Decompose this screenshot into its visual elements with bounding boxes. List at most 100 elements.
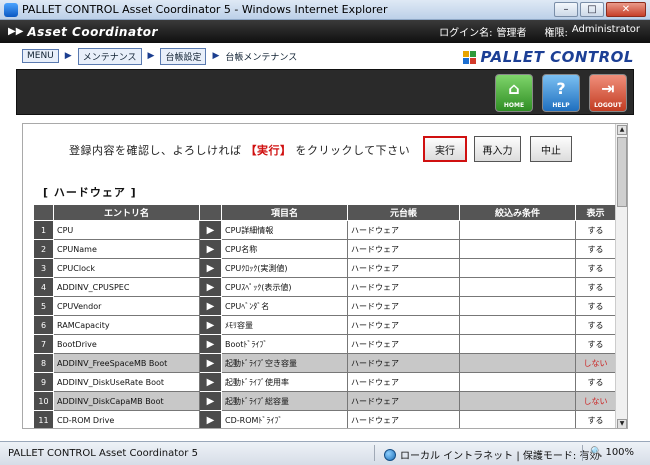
scroll-up-icon[interactable]: ▲	[617, 125, 627, 135]
row-detail-button[interactable]: ▶	[199, 334, 222, 354]
logout-button[interactable]: ⇥ LOGOUT	[589, 74, 627, 112]
close-button[interactable]: ✕	[606, 2, 646, 17]
table-row: 8 ADDINV_FreeSpaceMB Boot ▶ 起動ﾄﾞﾗｲﾌﾞ空き容量 ハード…	[33, 353, 616, 373]
col-header-no	[33, 204, 54, 221]
breadcrumb-menu[interactable]: MENU	[22, 49, 59, 63]
confirm-msg-before: 登録内容を確認し、よろしければ	[69, 144, 242, 157]
source-ledger: ハードウェア	[347, 372, 460, 392]
logout-icon: ⇥	[601, 78, 615, 98]
security-zone[interactable]: ローカル イントラネット | 保護モード: 有効	[384, 447, 599, 462]
home-button[interactable]: ⌂ HOME	[495, 74, 533, 112]
zoom-control[interactable]: 🔍 100%	[590, 447, 634, 458]
confirm-row: 登録内容を確認し、よろしければ 【実行】 をクリックして下さい 実行 再入力 中…	[23, 136, 627, 162]
row-detail-button[interactable]: ▶	[199, 296, 222, 316]
display-flag: する	[575, 239, 616, 259]
breadcrumb-maintenance[interactable]: メンテナンス	[77, 47, 142, 65]
reinput-button[interactable]: 再入力	[474, 136, 521, 162]
source-ledger: ハードウェア	[347, 353, 460, 373]
filter-condition	[459, 410, 576, 428]
col-header-go	[199, 204, 222, 221]
item-name: CPUｸﾛｯｸ(実測値)	[221, 258, 348, 278]
source-ledger: ハードウェア	[347, 315, 460, 335]
filter-condition	[459, 391, 576, 411]
filter-condition	[459, 334, 576, 354]
home-label: HOME	[503, 102, 525, 109]
display-flag: する	[575, 315, 616, 335]
login-label: ログイン名:	[439, 28, 493, 39]
help-button[interactable]: ? HELP	[542, 74, 580, 112]
table-row: 4 ADDINV_CPUSPEC ▶ CPUｽﾍﾟｯｸ(表示値) ハードウェア する	[33, 277, 616, 297]
row-detail-button[interactable]: ▶	[199, 239, 222, 259]
row-number: 11	[33, 410, 54, 428]
row-detail-button[interactable]: ▶	[199, 315, 222, 335]
window-titlebar: PALLET CONTROL Asset Coordinator 5 - Win…	[0, 0, 650, 20]
col-header-filter: 絞込み条件	[459, 204, 576, 221]
login-value: 管理者	[496, 28, 527, 39]
breadcrumb-ledger-settings[interactable]: 台帳設定	[160, 47, 207, 65]
row-number: 2	[33, 239, 54, 259]
vertical-scrollbar[interactable]: ▲ ▼	[615, 124, 627, 428]
item-name: CPUﾍﾞﾝﾀﾞ名	[221, 296, 348, 316]
entry-name: CD-ROM Drive	[53, 410, 200, 428]
item-name: ﾒﾓﾘ容量	[221, 315, 348, 335]
help-label: HELP	[552, 102, 570, 109]
entry-name: RAMCapacity	[53, 315, 200, 335]
display-flag: する	[575, 334, 616, 354]
brand-dot	[469, 50, 476, 57]
source-ledger: ハードウェア	[347, 296, 460, 316]
minimize-button[interactable]: –	[554, 2, 578, 17]
status-text: PALLET CONTROL Asset Coordinator 5	[8, 448, 198, 459]
cancel-button[interactable]: 中止	[530, 136, 572, 162]
scroll-thumb[interactable]	[617, 137, 627, 207]
row-number: 6	[33, 315, 54, 335]
row-detail-button[interactable]: ▶	[199, 353, 222, 373]
help-icon: ?	[556, 78, 566, 98]
app-name: Asset Coordinator	[27, 24, 158, 39]
scroll-down-icon[interactable]: ▼	[617, 419, 627, 428]
entry-name: ADDINV_DiskCapaMB Boot	[53, 391, 200, 411]
confirm-msg-after: をクリックして下さい	[295, 144, 411, 157]
table-row: 2 CPUName ▶ CPU名称 ハードウェア する	[33, 239, 616, 259]
breadcrumb: MENU ▶ メンテナンス ▶ 台帳設定 ▶ 台帳メンテナンス PALLET C…	[0, 43, 650, 69]
zoom-icon: 🔍	[590, 447, 603, 458]
item-name: CPU名称	[221, 239, 348, 259]
table-row: 6 RAMCapacity ▶ ﾒﾓﾘ容量 ハードウェア する	[33, 315, 616, 335]
item-name: 起動ﾄﾞﾗｲﾌﾞ総容量	[221, 391, 348, 411]
row-detail-button[interactable]: ▶	[199, 277, 222, 297]
row-detail-button[interactable]: ▶	[199, 410, 222, 428]
brand-dots-icon	[462, 50, 476, 64]
display-flag: する	[575, 410, 616, 428]
security-zone-text: ローカル イントラネット | 保護モード: 有効	[400, 451, 600, 462]
login-info: ログイン名: 管理者 権限: Administrator	[439, 24, 640, 39]
entry-name: CPUName	[53, 239, 200, 259]
row-detail-button[interactable]: ▶	[199, 258, 222, 278]
table-row: 1 CPU ▶ CPU詳細情報 ハードウェア する	[33, 220, 616, 240]
filter-condition	[459, 277, 576, 297]
display-flag: しない	[575, 391, 616, 411]
row-number: 8	[33, 353, 54, 373]
display-flag: する	[575, 258, 616, 278]
filter-condition	[459, 220, 576, 240]
table-row: 10 ADDINV_DiskCapaMB Boot ▶ 起動ﾄﾞﾗｲﾌﾞ総容量 ハードウ…	[33, 391, 616, 411]
row-detail-button[interactable]: ▶	[199, 372, 222, 392]
row-detail-button[interactable]: ▶	[199, 220, 222, 240]
confirm-msg-highlight: 【実行】	[245, 144, 292, 157]
col-header-entry: エントリ名	[53, 204, 200, 221]
filter-condition	[459, 296, 576, 316]
breadcrumb-arrow-icon: ▶	[212, 51, 220, 61]
row-detail-button[interactable]: ▶	[199, 391, 222, 411]
table-row: 11 CD-ROM Drive ▶ CD-ROMﾄﾞﾗｲﾌﾞ ハードウェア する	[33, 410, 616, 428]
maximize-button[interactable]: □	[580, 2, 604, 17]
breadcrumb-arrow-icon: ▶	[64, 51, 72, 61]
home-icon: ⌂	[508, 78, 520, 98]
table-header-row: エントリ名 項目名 元台帳 絞込み条件 表示	[33, 204, 616, 221]
source-ledger: ハードウェア	[347, 277, 460, 297]
filter-condition	[459, 258, 576, 278]
execute-button[interactable]: 実行	[423, 136, 467, 162]
globe-icon	[384, 448, 396, 461]
entry-name: CPU	[53, 220, 200, 240]
row-number: 3	[33, 258, 54, 278]
table-row: 7 BootDrive ▶ Bootﾄﾞﾗｲﾌﾞ ハードウェア する	[33, 334, 616, 354]
row-number: 4	[33, 277, 54, 297]
app-logo: ▶▶ Asset Coordinator	[8, 25, 158, 39]
